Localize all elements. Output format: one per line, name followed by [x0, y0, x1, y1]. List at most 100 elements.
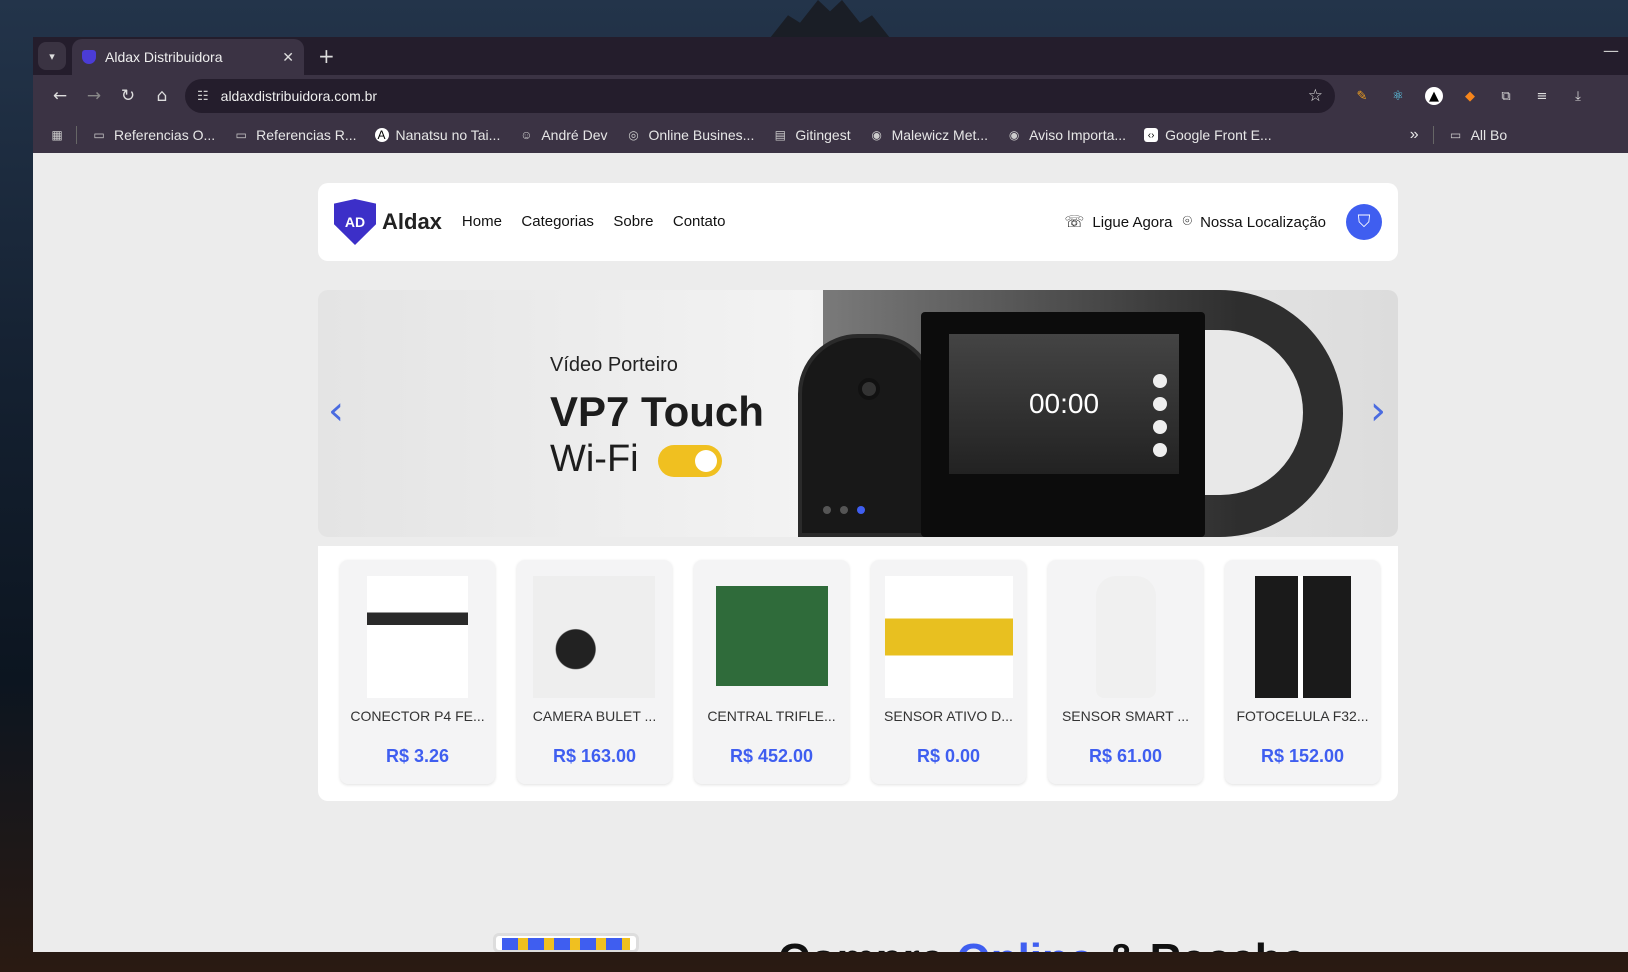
- reload-icon[interactable]: ↻: [111, 86, 145, 106]
- key-icon: [1153, 420, 1167, 434]
- banner-title: VP7 Touch: [550, 388, 764, 435]
- carousel-dots: [823, 506, 865, 514]
- address-bar[interactable]: ☷ aldaxdistribuidora.com.br ☆: [185, 79, 1335, 113]
- tab-bar: ▾ Aldax Distribuidora ✕ + —: [33, 37, 1628, 75]
- bookmark-label: Google Front E...: [1165, 127, 1272, 143]
- product-card[interactable]: SENSOR SMART ... R$ 61.00: [1048, 560, 1203, 784]
- browser-toolbar: ← → ↻ ⌂ ☷ aldaxdistribuidora.com.br ☆ ✎ …: [33, 75, 1628, 117]
- banner-subtitle: Vídeo Porteiro: [550, 354, 678, 376]
- nav-categorias[interactable]: Categorias: [521, 213, 594, 230]
- globe-icon: ◎: [628, 128, 639, 142]
- location-button[interactable]: ⌾ Nossa Localização: [1182, 213, 1326, 231]
- bookmark-item[interactable]: ▭ Referencias R...: [233, 127, 356, 143]
- bookmark-label: Aviso Importa...: [1029, 127, 1127, 143]
- tab-title: Aldax Distribuidora: [105, 49, 223, 65]
- tab-list-button[interactable]: ▾: [38, 42, 66, 70]
- product-price: R$ 0.00: [916, 746, 981, 766]
- bookmarks-bar: ▦ ▭ Referencias O... ▭ Referencias R... AN…: [33, 117, 1628, 153]
- product-name: CAMERA BULET ...: [532, 708, 657, 724]
- message-icon: [1153, 397, 1167, 411]
- product-price: R$ 61.00: [1088, 746, 1163, 766]
- carousel-dot[interactable]: [823, 506, 831, 514]
- section-heading-a: Compre: [778, 935, 956, 952]
- monitor-clock: 00:00: [1028, 388, 1100, 419]
- product-card[interactable]: CAMERA BULET ... R$ 163.00: [517, 560, 672, 784]
- a-logo-icon: A: [374, 128, 389, 142]
- aldax-logo-icon[interactable]: AD: [334, 199, 376, 245]
- section-heading-c: & Receba: [1093, 935, 1307, 952]
- carousel-prev-button[interactable]: ‹: [328, 388, 344, 434]
- globe-icon: ◉: [871, 128, 882, 142]
- nav-contato[interactable]: Contato: [673, 213, 726, 230]
- wifi-toggle-graphic: [658, 445, 722, 477]
- avatar-icon: ☺: [520, 128, 533, 142]
- apps-grid-icon[interactable]: ▦: [49, 128, 65, 142]
- media-control-icon[interactable]: ≡: [1533, 87, 1551, 105]
- bookmark-item[interactable]: ◉ Aviso Importa...: [1006, 127, 1126, 143]
- close-icon[interactable]: ✕: [282, 49, 294, 66]
- bookmark-item[interactable]: A Nanatsu no Tai...: [374, 127, 500, 143]
- bookmark-item[interactable]: ◉ Malewicz Met...: [869, 127, 988, 143]
- bookmark-item[interactable]: ◎ Online Busines...: [626, 127, 755, 143]
- pen-extension-icon[interactable]: ✎: [1353, 87, 1371, 105]
- globe-icon: ◉: [1008, 128, 1020, 142]
- bookmark-star-icon[interactable]: ☆: [1308, 86, 1323, 106]
- product-card[interactable]: FOTOCELULA F32... R$ 152.00: [1225, 560, 1380, 784]
- bookmark-label: André Dev: [541, 127, 608, 143]
- bookmark-label: Online Busines...: [648, 127, 755, 143]
- react-extension-icon[interactable]: ⚛: [1389, 87, 1407, 105]
- bookmark-label: Malewicz Met...: [891, 127, 989, 143]
- extensions-area: ✎ ⚛ ▲ ◆ ⧉ ≡ ⤓: [1353, 87, 1587, 105]
- bookmark-item[interactable]: ☺ André Dev: [518, 127, 607, 143]
- more-bookmarks-button[interactable]: »: [1410, 126, 1419, 144]
- cart-button[interactable]: ⛉: [1346, 204, 1382, 240]
- shopping-bag-icon: ⛉: [1357, 212, 1371, 231]
- product-name: FOTOCELULA F32...: [1236, 708, 1369, 724]
- nav-home[interactable]: Home: [462, 213, 502, 230]
- back-icon[interactable]: ←: [43, 86, 77, 106]
- nav-sobre[interactable]: Sobre: [613, 213, 653, 230]
- banner-wifi: Wi-Fi: [550, 438, 639, 480]
- bookmark-item[interactable]: ▭ Referencias O...: [91, 127, 215, 143]
- forward-icon[interactable]: →: [77, 86, 111, 106]
- logo-letters: AD: [344, 214, 366, 230]
- product-card[interactable]: CONECTOR P4 FE... R$ 3.26: [340, 560, 495, 784]
- metamask-extension-icon[interactable]: ◆: [1461, 87, 1479, 105]
- product-price: R$ 3.26: [385, 746, 450, 766]
- new-tab-button[interactable]: +: [318, 44, 335, 68]
- carousel-dot[interactable]: [840, 506, 848, 514]
- bookmark-label: Referencias R...: [256, 127, 357, 143]
- minimize-icon[interactable]: —: [1603, 41, 1619, 60]
- bookmark-label: Gitingest: [795, 127, 851, 143]
- monitor-screen: 00:00: [949, 334, 1179, 474]
- call-button[interactable]: ☏ Ligue Agora: [1064, 212, 1172, 232]
- carousel-next-button[interactable]: ›: [1370, 388, 1386, 434]
- folder-icon: ▭: [93, 128, 105, 142]
- web-page: AD Aldax Home Categorias Sobre Contato ☏…: [33, 153, 1628, 952]
- download-icon[interactable]: ⤓: [1569, 87, 1587, 105]
- all-bookmarks-button[interactable]: ▭ All Bo: [1448, 127, 1507, 143]
- section-heading: Compre Online & Receba: [778, 935, 1306, 952]
- product-price: R$ 163.00: [552, 746, 637, 766]
- url-text[interactable]: aldaxdistribuidora.com.br: [221, 88, 1308, 104]
- door-camera-image: [798, 334, 936, 537]
- tab-aldax[interactable]: Aldax Distribuidora ✕: [72, 39, 304, 75]
- hero-carousel: ‹ › Vídeo Porteiro VP7 Touch Wi-Fi 00:00: [318, 290, 1398, 537]
- code-icon: ‹›: [1144, 128, 1159, 142]
- bookmark-item[interactable]: ‹› Google Front E...: [1144, 127, 1272, 143]
- site-header: AD Aldax Home Categorias Sobre Contato ☏…: [318, 183, 1398, 261]
- puzzle-extensions-icon[interactable]: ⧉: [1497, 87, 1515, 105]
- home-icon[interactable]: ⌂: [145, 86, 179, 106]
- bookmark-item[interactable]: ▤ Gitingest: [772, 127, 851, 143]
- location-label: Nossa Localização: [1200, 213, 1326, 231]
- product-card[interactable]: SENSOR ATIVO D... R$ 0.00: [871, 560, 1026, 784]
- product-card[interactable]: CENTRAL TRIFLE... R$ 452.00: [694, 560, 849, 784]
- triangle-extension-icon[interactable]: ▲: [1425, 87, 1443, 105]
- monitor-icons: [1153, 374, 1167, 457]
- bookmark-label: Referencias O...: [114, 127, 216, 143]
- brand-name[interactable]: Aldax: [382, 209, 442, 235]
- carousel-dot-active[interactable]: [857, 506, 865, 514]
- folder-icon: ▭: [235, 128, 247, 142]
- product-name: CENTRAL TRIFLE...: [707, 708, 836, 724]
- site-settings-icon[interactable]: ☷: [197, 88, 209, 104]
